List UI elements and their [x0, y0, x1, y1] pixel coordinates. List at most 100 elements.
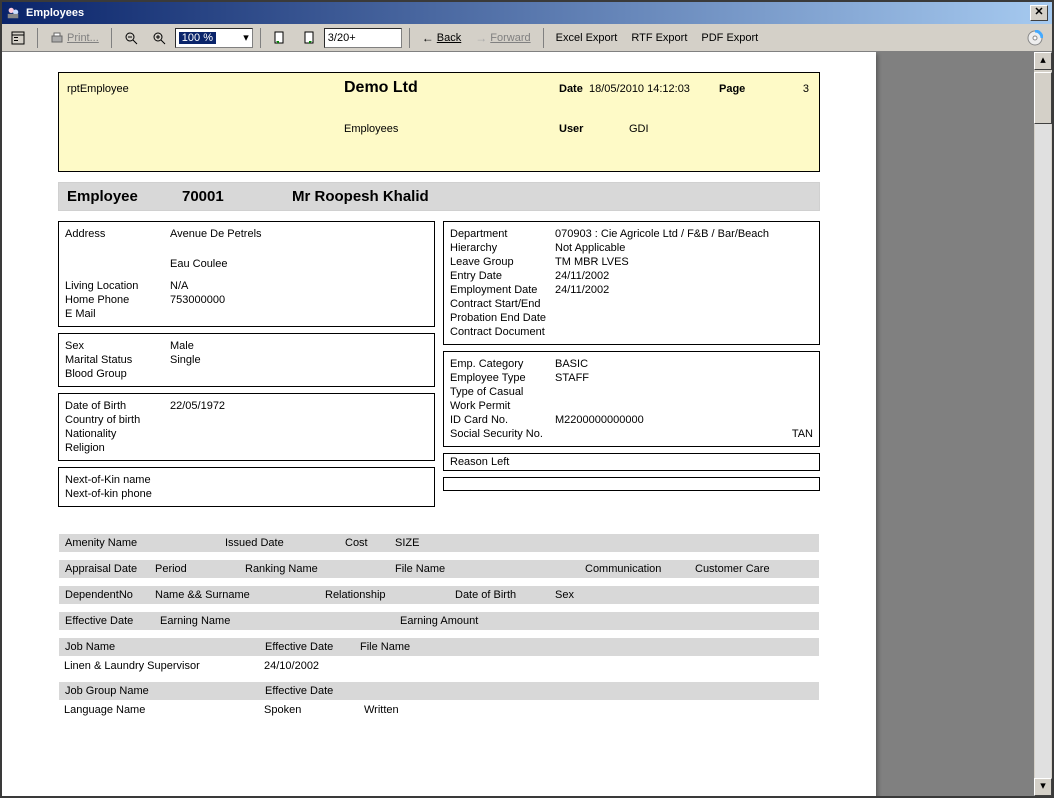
employment-date-value: 24/11/2002 — [555, 284, 813, 296]
type-of-casual-value — [555, 386, 813, 398]
appraisal-c1: Appraisal Date — [65, 563, 155, 575]
employee-section-label: Employee — [67, 188, 152, 205]
earning-c2: Earning Name — [160, 615, 400, 627]
job-group-header: Job Group Name Effective Date — [58, 681, 820, 701]
scroll-down-button[interactable]: ▾ — [1034, 778, 1052, 796]
scroll-thumb[interactable] — [1034, 72, 1052, 124]
page-input[interactable]: 3/20+ — [324, 28, 402, 48]
marital-status-value: Single — [170, 354, 428, 366]
language-c3: Written — [364, 704, 399, 716]
zoom-select[interactable]: 100 % ▾ — [175, 28, 253, 48]
ssn-tan: TAN — [773, 428, 813, 440]
amenity-header: Amenity Name Issued Date Cost SIZE — [58, 533, 820, 553]
employment-box-2: Emp. CategoryBASIC Employee TypeSTAFF Ty… — [443, 351, 820, 447]
date-label: Date — [559, 83, 583, 95]
job-row-c1: Linen & Laundry Supervisor — [64, 660, 264, 672]
appraisal-c2: Period — [155, 563, 245, 575]
job-c2: Effective Date — [265, 641, 360, 653]
employee-type-label: Employee Type — [450, 372, 555, 384]
nationality-value — [170, 428, 428, 440]
print-label: Print... — [67, 32, 99, 44]
probation-end-value — [555, 312, 813, 324]
app-icon — [6, 6, 20, 20]
nok-name-label: Next-of-Kin name — [65, 474, 185, 486]
entry-date-label: Entry Date — [450, 270, 555, 282]
forward-button[interactable]: → Forward — [470, 28, 535, 48]
appraisal-header: Appraisal Date Period Ranking Name File … — [58, 559, 820, 579]
cd-icon-button[interactable] — [1022, 27, 1048, 49]
forward-label: Forward — [490, 32, 530, 44]
job-group-c1: Job Group Name — [65, 685, 265, 697]
zoom-in-button[interactable] — [147, 28, 171, 48]
vertical-scrollbar[interactable]: ▴ ▾ — [1033, 52, 1052, 796]
company-name: Demo Ltd — [344, 79, 418, 97]
dob-value: 22/05/1972 — [170, 400, 428, 412]
date-value: 18/05/2010 14:12:03 — [589, 83, 690, 95]
close-button[interactable]: ✕ — [1030, 5, 1048, 21]
ssn-label: Social Security No. — [450, 428, 575, 440]
living-location-value: N/A — [170, 280, 428, 292]
nok-phone-value — [185, 488, 428, 500]
employee-type-value: STAFF — [555, 372, 813, 384]
appraisal-c6: Customer Care — [695, 563, 770, 575]
zoom-value: 100 % — [179, 32, 216, 44]
excel-export-label: Excel Export — [556, 32, 618, 44]
employee-heading: Employee 70001 Mr Roopesh Khalid — [58, 182, 820, 211]
address-box: AddressAvenue De Petrels Eau Coulee Livi… — [58, 221, 435, 327]
page-label: Page — [719, 83, 745, 95]
earning-header: Effective Date Earning Name Earning Amou… — [58, 611, 820, 631]
dependent-c2: Name && Surname — [155, 589, 325, 601]
dependent-header: DependentNo Name && Surname Relationship… — [58, 585, 820, 605]
department-label: Department — [450, 228, 555, 240]
marital-status-label: Marital Status — [65, 354, 170, 366]
department-value: 070903 : Cie Agricole Ltd / F&B / Bar/Be… — [555, 228, 813, 240]
appraisal-c5: Communication — [585, 563, 695, 575]
rtf-export-button[interactable]: RTF Export — [626, 29, 692, 47]
left-column: AddressAvenue De Petrels Eau Coulee Livi… — [58, 221, 435, 507]
first-page-button[interactable] — [268, 28, 292, 48]
entry-date-value: 24/11/2002 — [555, 270, 813, 282]
dependent-c4: Date of Birth — [455, 589, 555, 601]
employee-code: 70001 — [182, 188, 262, 205]
zoom-in-icon — [152, 31, 166, 45]
address-line1: Avenue De Petrels — [170, 228, 428, 240]
leave-group-label: Leave Group — [450, 256, 555, 268]
contract-start-end-value — [555, 298, 813, 310]
rtf-export-label: RTF Export — [631, 32, 687, 44]
pdf-export-label: PDF Export — [701, 32, 758, 44]
contract-document-value — [555, 326, 813, 338]
nok-box: Next-of-Kin name Next-of-kin phone — [58, 467, 435, 507]
group-tree-icon — [11, 31, 25, 45]
earning-c3: Earning Amount — [400, 615, 478, 627]
right-column: Department070903 : Cie Agricole Ltd / F&… — [443, 221, 820, 507]
page-scroll-area[interactable]: rptEmployee Demo Ltd Employees Date 18/0… — [2, 52, 1033, 796]
home-phone-label: Home Phone — [65, 294, 170, 306]
first-page-icon — [273, 31, 287, 45]
employment-box-1: Department070903 : Cie Agricole Ltd / F&… — [443, 221, 820, 345]
blood-group-label: Blood Group — [65, 368, 170, 380]
nok-phone-label: Next-of-kin phone — [65, 488, 185, 500]
appraisal-c3: Ranking Name — [245, 563, 395, 575]
window-title: Employees — [26, 7, 84, 19]
nationality-label: Nationality — [65, 428, 170, 440]
print-button[interactable]: Print... — [45, 28, 104, 48]
title-bar: Employees ✕ — [2, 2, 1052, 24]
scroll-up-button[interactable]: ▴ — [1034, 52, 1052, 70]
amenity-c3: Cost — [345, 537, 395, 549]
zoom-out-button[interactable] — [119, 28, 143, 48]
personal-box-1: SexMale Marital StatusSingle Blood Group — [58, 333, 435, 387]
pdf-export-button[interactable]: PDF Export — [696, 29, 763, 47]
contract-start-end-label: Contract Start/End — [450, 298, 555, 310]
amenity-c2: Issued Date — [225, 537, 345, 549]
report-subtitle: Employees — [344, 123, 398, 135]
excel-export-button[interactable]: Excel Export — [551, 29, 623, 47]
sex-value: Male — [170, 340, 428, 352]
group-tree-button[interactable] — [6, 28, 30, 48]
email-label: E Mail — [65, 308, 170, 320]
last-page-button[interactable] — [296, 28, 320, 48]
job-c1: Job Name — [65, 641, 265, 653]
type-of-casual-label: Type of Casual — [450, 386, 555, 398]
reason-left-label: Reason Left — [450, 456, 509, 468]
amenity-c1: Amenity Name — [65, 537, 225, 549]
back-button[interactable]: ← Back — [417, 28, 466, 48]
